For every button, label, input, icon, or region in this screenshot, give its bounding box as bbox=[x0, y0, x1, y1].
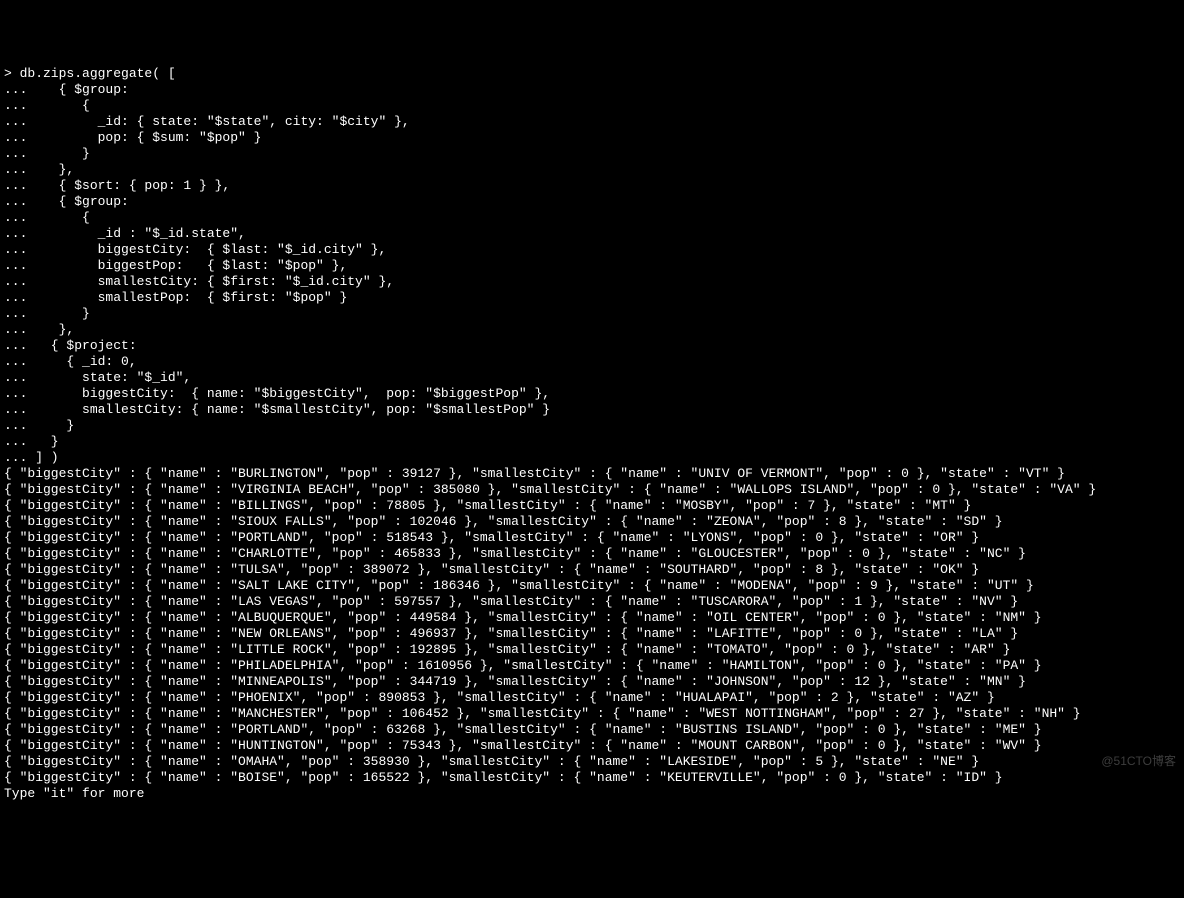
result-row: { "biggestCity" : { "name" : "SIOUX FALL… bbox=[4, 514, 1180, 530]
watermark-text: @51CTO博客 bbox=[1101, 753, 1176, 769]
result-row: { "biggestCity" : { "name" : "LITTLE ROC… bbox=[4, 642, 1180, 658]
result-row: { "biggestCity" : { "name" : "OMAHA", "p… bbox=[4, 754, 1180, 770]
result-row: { "biggestCity" : { "name" : "HUNTINGTON… bbox=[4, 738, 1180, 754]
shell-command-line: > db.zips.aggregate( [ bbox=[4, 66, 1180, 82]
shell-continuation-line: ... } bbox=[4, 434, 1180, 450]
shell-continuation-line: ... { $project: bbox=[4, 338, 1180, 354]
shell-continuation-line: ... }, bbox=[4, 322, 1180, 338]
more-prompt: Type "it" for more bbox=[4, 786, 1180, 802]
shell-continuation-line: ... biggestPop: { $last: "$pop" }, bbox=[4, 258, 1180, 274]
result-row: { "biggestCity" : { "name" : "BILLINGS",… bbox=[4, 498, 1180, 514]
shell-continuation-line: ... } bbox=[4, 146, 1180, 162]
shell-continuation-line: ... biggestCity: { $last: "$_id.city" }, bbox=[4, 242, 1180, 258]
shell-continuation-line: ... smallestCity: { $first: "$_id.city" … bbox=[4, 274, 1180, 290]
result-row: { "biggestCity" : { "name" : "MINNEAPOLI… bbox=[4, 674, 1180, 690]
result-row: { "biggestCity" : { "name" : "NEW ORLEAN… bbox=[4, 626, 1180, 642]
result-row: { "biggestCity" : { "name" : "ALBUQUERQU… bbox=[4, 610, 1180, 626]
result-row: { "biggestCity" : { "name" : "LAS VEGAS"… bbox=[4, 594, 1180, 610]
shell-continuation-line: ... { $group: bbox=[4, 82, 1180, 98]
result-row: { "biggestCity" : { "name" : "BURLINGTON… bbox=[4, 466, 1180, 482]
shell-continuation-line: ... { bbox=[4, 98, 1180, 114]
result-row: { "biggestCity" : { "name" : "SALT LAKE … bbox=[4, 578, 1180, 594]
shell-continuation-line: ... smallestPop: { $first: "$pop" } bbox=[4, 290, 1180, 306]
result-row: { "biggestCity" : { "name" : "PHILADELPH… bbox=[4, 658, 1180, 674]
shell-continuation-line: ... ] ) bbox=[4, 450, 1180, 466]
shell-continuation-line: ... }, bbox=[4, 162, 1180, 178]
result-row: { "biggestCity" : { "name" : "VIRGINIA B… bbox=[4, 482, 1180, 498]
shell-continuation-line: ... { _id: 0, bbox=[4, 354, 1180, 370]
result-row: { "biggestCity" : { "name" : "TULSA", "p… bbox=[4, 562, 1180, 578]
result-row: { "biggestCity" : { "name" : "PORTLAND",… bbox=[4, 530, 1180, 546]
terminal-output[interactable]: > db.zips.aggregate( [... { $group:... {… bbox=[4, 66, 1180, 802]
shell-continuation-line: ... _id: { state: "$state", city: "$city… bbox=[4, 114, 1180, 130]
shell-continuation-line: ... pop: { $sum: "$pop" } bbox=[4, 130, 1180, 146]
shell-continuation-line: ... { $sort: { pop: 1 } }, bbox=[4, 178, 1180, 194]
result-row: { "biggestCity" : { "name" : "MANCHESTER… bbox=[4, 706, 1180, 722]
shell-continuation-line: ... biggestCity: { name: "$biggestCity",… bbox=[4, 386, 1180, 402]
shell-continuation-line: ... { $group: bbox=[4, 194, 1180, 210]
result-row: { "biggestCity" : { "name" : "PHOENIX", … bbox=[4, 690, 1180, 706]
result-row: { "biggestCity" : { "name" : "CHARLOTTE"… bbox=[4, 546, 1180, 562]
result-row: { "biggestCity" : { "name" : "PORTLAND",… bbox=[4, 722, 1180, 738]
shell-continuation-line: ... } bbox=[4, 306, 1180, 322]
result-row: { "biggestCity" : { "name" : "BOISE", "p… bbox=[4, 770, 1180, 786]
shell-continuation-line: ... } bbox=[4, 418, 1180, 434]
shell-continuation-line: ... { bbox=[4, 210, 1180, 226]
shell-continuation-line: ... state: "$_id", bbox=[4, 370, 1180, 386]
shell-continuation-line: ... _id : "$_id.state", bbox=[4, 226, 1180, 242]
shell-continuation-line: ... smallestCity: { name: "$smallestCity… bbox=[4, 402, 1180, 418]
